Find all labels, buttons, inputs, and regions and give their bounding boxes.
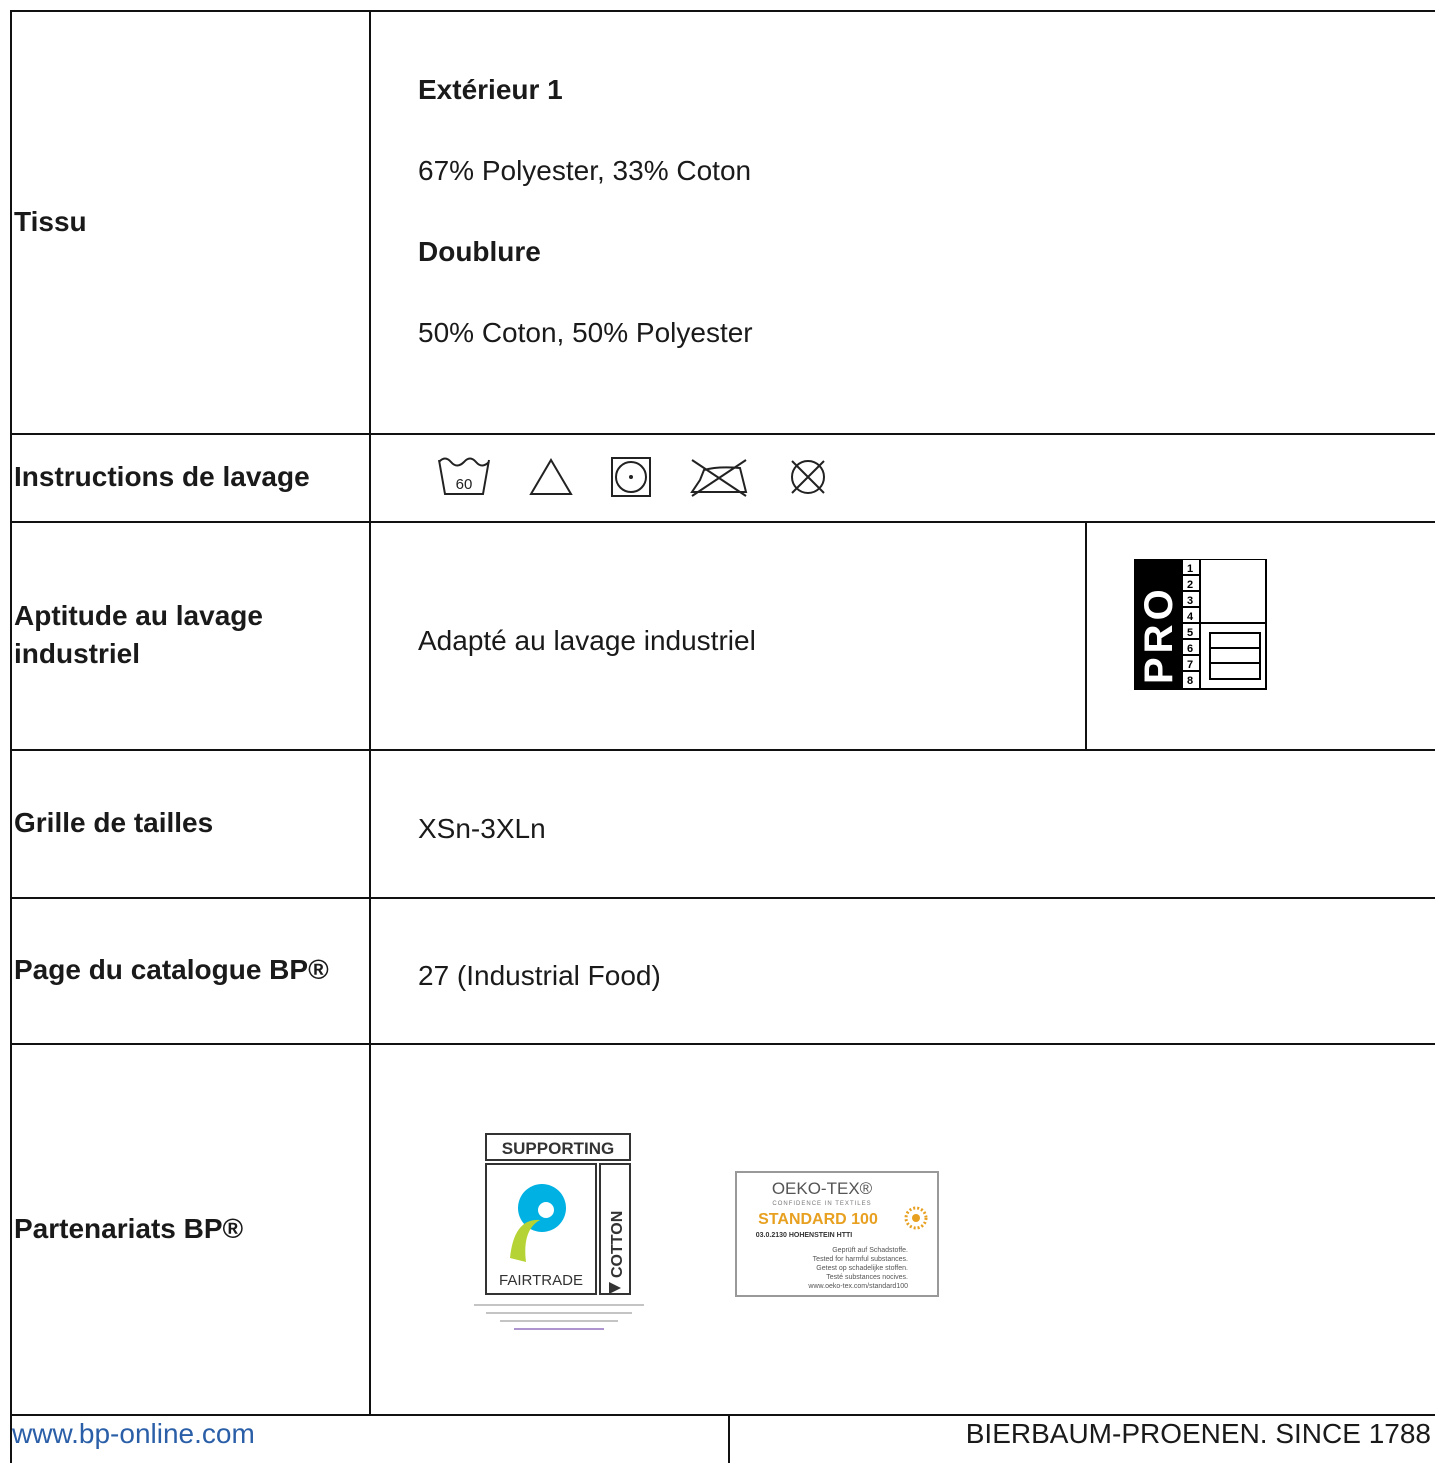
svg-text:1: 1 xyxy=(1187,563,1193,575)
svg-text:STANDARD 100: STANDARD 100 xyxy=(758,1211,878,1228)
svg-text:03.0.2130 HOHENSTEIN HTTI: 03.0.2130 HOHENSTEIN HTTI xyxy=(756,1232,853,1239)
svg-text:OEKO-TEX®: OEKO-TEX® xyxy=(772,1179,873,1198)
svg-text:3: 3 xyxy=(1187,595,1193,607)
no-dry-clean-icon xyxy=(791,460,825,494)
sizes-label-text: Grille de tailles xyxy=(14,807,214,839)
footer-website-link[interactable]: www.bp-online.com xyxy=(12,1418,255,1450)
column-divider xyxy=(369,10,371,1415)
footer-brand-text: BIERBAUM-PROENEN. SINCE 1788 xyxy=(965,1418,1431,1449)
svg-text:SUPPORTING: SUPPORTING xyxy=(502,1139,614,1158)
fairtrade-cotton-logo: SUPPORTING COTTON FAIRTRADE xyxy=(474,1133,644,1330)
svg-text:Tested for harmful substances.: Tested for harmful substances. xyxy=(813,1256,908,1263)
svg-text:7: 7 xyxy=(1187,659,1193,671)
washing-label-text: Instructions de lavage xyxy=(14,461,310,493)
svg-text:CONFIDENCE IN TEXTILES: CONFIDENCE IN TEXTILES xyxy=(772,1201,871,1207)
svg-text:COTTON: COTTON xyxy=(609,1211,626,1278)
row-divider xyxy=(10,1414,1435,1416)
svg-text:www.oeko-tex.com/standard100: www.oeko-tex.com/standard100 xyxy=(807,1283,908,1290)
industrial-label-text: Aptitude au lavage industriel xyxy=(14,600,263,669)
footer-divider xyxy=(728,1414,730,1463)
tumble-dry-icon xyxy=(611,457,651,497)
svg-text:5: 5 xyxy=(1187,627,1193,639)
svg-text:2: 2 xyxy=(1187,579,1193,591)
svg-text:Getest op schadelijke stoffen.: Getest op schadelijke stoffen. xyxy=(816,1265,908,1272)
svg-text:8: 8 xyxy=(1187,675,1193,687)
sizes-value: XSn-3XLn xyxy=(418,813,546,844)
svg-text:60: 60 xyxy=(456,476,473,493)
svg-text:Geprüft auf Schadstoffe.: Geprüft auf Schadstoffe. xyxy=(832,1247,908,1254)
svg-text:Testé substances nocives.: Testé substances nocives. xyxy=(826,1274,908,1281)
svg-text:6: 6 xyxy=(1187,643,1193,655)
catalog-value: 27 (Industrial Food) xyxy=(418,960,661,991)
svg-text:FAIRTRADE: FAIRTRADE xyxy=(499,1272,583,1289)
fabric-lining-composition: 50% Coton, 50% Polyester xyxy=(418,317,753,348)
fabric-label-text: Tissu xyxy=(14,205,87,237)
pro-wash-badge: PRO 1 2 3 4 5 6 7 8 xyxy=(1134,559,1267,690)
row-label-industrial: Aptitude au lavage industriel xyxy=(14,521,364,749)
catalog-label-text: Page du catalogue BP® xyxy=(14,954,329,986)
svg-text:PRO: PRO xyxy=(1137,585,1181,684)
row-label-partners: Partenariats BP® xyxy=(14,1043,364,1414)
row-label-fabric: Tissu xyxy=(14,10,364,433)
fabric-outer-composition: 67% Polyester, 33% Coton xyxy=(418,155,752,186)
badge-column-divider xyxy=(1085,521,1087,750)
fabric-lining-heading: Doublure xyxy=(418,236,541,267)
industrial-value: Adapté au lavage industriel xyxy=(418,625,756,656)
bleach-triangle-icon xyxy=(529,458,573,495)
row-label-washing: Instructions de lavage xyxy=(14,433,364,521)
wash-60-icon: 60 xyxy=(438,457,490,495)
svg-text:4: 4 xyxy=(1187,611,1194,623)
partners-label-text: Partenariats BP® xyxy=(14,1212,244,1244)
fabric-outer-heading: Extérieur 1 xyxy=(418,74,563,105)
no-ironing-icon xyxy=(690,459,748,497)
row-label-sizes: Grille de tailles xyxy=(14,749,364,897)
oeko-tex-logo: OEKO-TEX® CONFIDENCE IN TEXTILES STANDAR… xyxy=(735,1171,939,1297)
care-symbols: 60 xyxy=(418,433,830,521)
table-left-border xyxy=(10,10,12,1463)
row-label-catalog: Page du catalogue BP® xyxy=(14,897,344,1043)
